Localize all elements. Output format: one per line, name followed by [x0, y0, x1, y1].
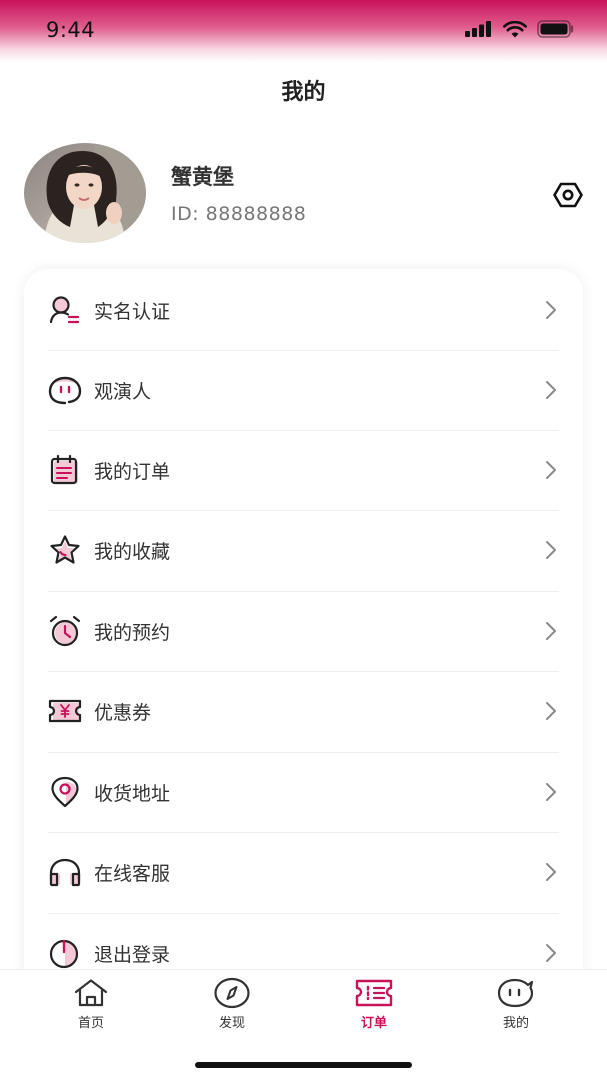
chevron-right-icon [543, 621, 559, 641]
status-icons [465, 20, 575, 38]
menu-item-label: 收货地址 [94, 782, 171, 805]
menu-item-label: 实名认证 [94, 300, 171, 323]
settings-hex-icon [553, 182, 583, 208]
status-time: 9:44 [46, 18, 96, 42]
menu-item-label: 优惠券 [94, 701, 152, 724]
profile-name: 蟹黄堡 [171, 165, 234, 189]
menu-item-customer-service[interactable]: 在线客服 [48, 832, 559, 912]
tab-label: 首页 [77, 1016, 104, 1031]
wifi-icon [503, 20, 527, 37]
page-title: 我的 [281, 80, 326, 105]
menu-item-my-orders[interactable]: 我的订单 [48, 430, 559, 510]
chevron-right-icon [543, 380, 559, 400]
chevron-right-icon [543, 300, 559, 320]
tab-label: 发现 [218, 1016, 245, 1031]
menu-item-label: 我的订单 [94, 460, 171, 483]
audience-face-icon [48, 373, 82, 407]
tab-home[interactable]: 首页 [41, 976, 141, 1036]
menu-item-label: 退出登录 [94, 943, 171, 966]
avatar[interactable] [24, 143, 146, 243]
menu-card: 实名认证 观演人 我的订单 我的收藏 我的预约 优惠券 收货地址 在线客服 退出… [24, 269, 583, 1029]
settings-button[interactable] [552, 180, 584, 210]
star-icon [48, 533, 82, 567]
tab-mine[interactable]: 我的 [466, 976, 566, 1036]
home-icon [71, 976, 111, 1010]
menu-item-label: 我的预约 [94, 621, 171, 644]
menu-item-favorites[interactable]: 我的收藏 [48, 510, 559, 590]
chevron-right-icon [543, 862, 559, 882]
order-ticket-icon [354, 976, 394, 1010]
battery-icon [537, 20, 574, 38]
menu-item-label: 观演人 [94, 380, 152, 403]
coupon-icon [48, 694, 82, 728]
headset-icon [48, 855, 82, 889]
chat-face-icon [496, 976, 536, 1010]
chevron-right-icon [543, 701, 559, 721]
menu-item-coupons[interactable]: 优惠券 [48, 671, 559, 751]
alarm-clock-icon [48, 614, 82, 648]
menu-item-real-name[interactable]: 实名认证 [48, 270, 559, 350]
profile-id: ID: 88888888 [171, 203, 307, 225]
chevron-right-icon [543, 460, 559, 480]
menu-item-address[interactable]: 收货地址 [48, 752, 559, 832]
compass-icon [212, 976, 252, 1010]
status-bar: 9:44 [0, 0, 607, 62]
tab-label: 订单 [360, 1016, 387, 1031]
cellular-signal-icon [465, 21, 491, 37]
tab-orders[interactable]: 订单 [324, 976, 424, 1036]
menu-item-label: 我的收藏 [94, 540, 171, 563]
menu-item-audience[interactable]: 观演人 [48, 350, 559, 430]
chevron-right-icon [543, 540, 559, 560]
tab-discover[interactable]: 发现 [182, 976, 282, 1036]
location-pin-icon [48, 775, 82, 809]
tab-label: 我的 [502, 1016, 529, 1031]
home-indicator [195, 1062, 412, 1068]
id-verify-icon [48, 293, 82, 327]
menu-item-reservations[interactable]: 我的预约 [48, 591, 559, 671]
power-icon [48, 936, 82, 970]
chevron-right-icon [543, 943, 559, 963]
order-list-icon [48, 453, 82, 487]
menu-item-label: 在线客服 [94, 862, 171, 885]
chevron-right-icon [543, 782, 559, 802]
